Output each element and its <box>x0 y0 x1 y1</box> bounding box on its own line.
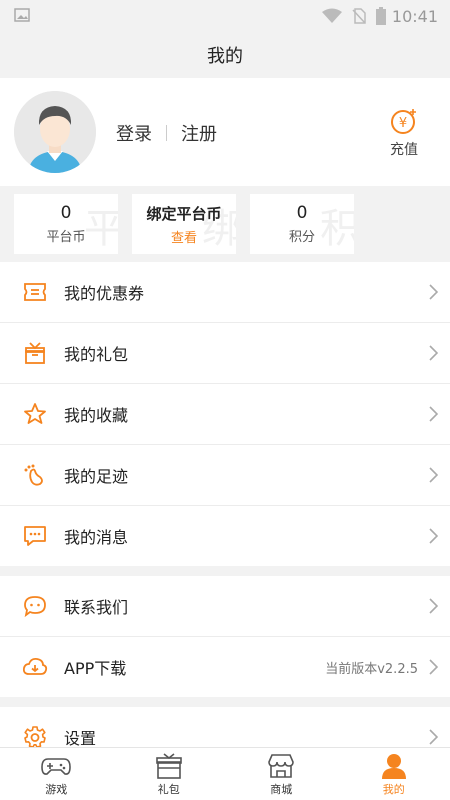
balance-stats: 平 0 平台币 绑 绑定平台币 查看 积 0 积分 <box>0 186 450 262</box>
platform-coin-label: 平台币 <box>46 230 86 245</box>
app-version-text: 当前版本v2.2.5 <box>325 661 418 677</box>
status-time: 10:41 <box>391 7 438 26</box>
chevron-right-icon <box>429 406 438 422</box>
battery-icon <box>376 7 386 25</box>
chevron-right-icon <box>429 598 438 614</box>
store-icon <box>268 754 295 778</box>
menu-label: 我的收藏 <box>64 406 129 425</box>
recharge-label: 充值 <box>390 142 418 158</box>
chevron-right-icon <box>429 467 438 483</box>
menu-label: 我的优惠券 <box>64 284 145 303</box>
chevron-right-icon <box>429 345 438 361</box>
menu-label: 我的足迹 <box>64 467 129 486</box>
chevron-right-icon <box>429 729 438 745</box>
menu-label: 我的消息 <box>64 528 129 547</box>
bind-coin-card[interactable]: 绑 绑定平台币 查看 <box>132 194 236 254</box>
tab-mine[interactable]: 我的 <box>338 748 450 800</box>
yuan-coin-icon: ¥ <box>391 109 416 134</box>
image-notification-icon <box>14 8 30 22</box>
profile-card: 登录 注册 ¥ 充值 <box>0 78 450 186</box>
bottom-tab-bar: 游戏 礼包 商城 我的 <box>0 747 450 800</box>
menu-label: 我的礼包 <box>64 345 129 364</box>
contact-icon <box>22 593 48 619</box>
section-gap <box>0 566 450 576</box>
tab-gifts[interactable]: 礼包 <box>113 748 226 800</box>
gift-icon <box>22 340 48 366</box>
menu-label: 设置 <box>64 729 97 748</box>
wifi-icon <box>322 8 342 23</box>
points-value: 0 <box>296 203 308 223</box>
points-label: 积分 <box>288 230 315 245</box>
chevron-right-icon <box>429 284 438 300</box>
points-card[interactable]: 积 0 积分 <box>250 194 354 254</box>
message-icon <box>22 523 48 549</box>
menu-item-messages[interactable]: 我的消息 <box>0 506 450 566</box>
avatar-person-icon <box>14 91 96 173</box>
menu-item-favorites[interactable]: 我的收藏 <box>0 384 450 445</box>
chevron-right-icon <box>429 659 438 675</box>
star-icon <box>22 401 48 427</box>
gift-box-icon <box>155 753 182 779</box>
tab-label: 游戏 <box>45 783 68 796</box>
page-title: 我的 <box>0 32 450 78</box>
tab-label: 我的 <box>382 783 405 796</box>
platform-coin-card[interactable]: 平 0 平台币 <box>14 194 118 254</box>
coupon-icon <box>22 279 48 305</box>
chevron-right-icon <box>429 528 438 544</box>
section-gap <box>0 697 450 707</box>
divider <box>166 125 167 141</box>
tab-games[interactable]: 游戏 <box>0 748 113 800</box>
menu-item-footprints[interactable]: 我的足迹 <box>0 445 450 506</box>
person-icon <box>381 754 406 779</box>
menu-item-app-download[interactable]: APP下载 当前版本v2.2.5 <box>0 637 450 697</box>
menu-item-contact[interactable]: 联系我们 <box>0 576 450 637</box>
register-link[interactable]: 注册 <box>181 120 217 146</box>
menu-label: 联系我们 <box>64 598 129 617</box>
cloud-download-icon <box>22 654 48 680</box>
view-link[interactable]: 查看 <box>132 227 236 246</box>
tab-label: 礼包 <box>157 783 180 796</box>
menu-item-gifts[interactable]: 我的礼包 <box>0 323 450 384</box>
menu-group-secondary: 联系我们 APP下载 当前版本v2.2.5 <box>0 576 450 697</box>
menu-label: APP下载 <box>64 659 127 678</box>
no-sim-icon <box>352 8 366 24</box>
gamepad-icon <box>41 758 72 775</box>
platform-coin-value: 0 <box>60 203 72 223</box>
footprint-icon <box>22 462 48 488</box>
auth-links: 登录 注册 <box>116 120 217 146</box>
recharge-button[interactable]: ¥ 充值 <box>384 107 424 159</box>
status-bar: 10:41 <box>0 0 450 32</box>
svg-text:¥: ¥ <box>399 116 407 131</box>
tab-store[interactable]: 商城 <box>225 748 338 800</box>
avatar[interactable] <box>14 91 96 173</box>
bind-coin-title: 绑定平台币 <box>146 205 222 223</box>
menu-item-coupons[interactable]: 我的优惠券 <box>0 262 450 323</box>
tab-label: 商城 <box>270 783 293 796</box>
login-link[interactable]: 登录 <box>116 120 152 146</box>
menu-group-primary: 我的优惠券 我的礼包 我的收藏 我的足迹 我的消息 <box>0 262 450 566</box>
